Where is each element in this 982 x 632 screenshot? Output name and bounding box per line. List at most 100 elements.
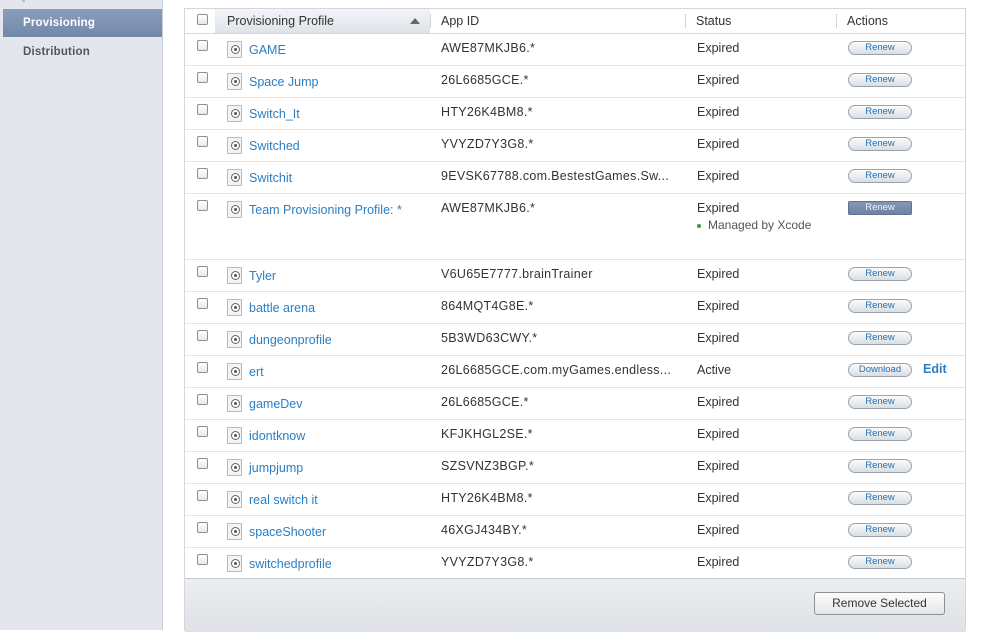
row-checkbox[interactable] bbox=[197, 394, 208, 405]
column-header-app-id[interactable]: App ID bbox=[441, 9, 479, 33]
app-id: 26L6685GCE.* bbox=[441, 395, 529, 409]
provisioning-profile-icon bbox=[227, 555, 242, 572]
profile-name-link[interactable]: battle arena bbox=[249, 300, 315, 316]
row-checkbox[interactable] bbox=[197, 136, 208, 147]
status-text: Expired bbox=[697, 267, 740, 281]
app-id: 864MQT4G8E.* bbox=[441, 299, 534, 313]
status-text: Expired bbox=[697, 523, 740, 537]
provisioning-profile-icon bbox=[227, 105, 242, 122]
renew-button[interactable]: Renew bbox=[848, 267, 912, 281]
edit-link[interactable]: Edit bbox=[923, 362, 947, 376]
app-id: V6U65E7777.brainTrainer bbox=[441, 267, 593, 281]
profile-name-link[interactable]: spaceShooter bbox=[249, 524, 326, 540]
profile-name-link[interactable]: Switched bbox=[249, 138, 300, 154]
row-checkbox[interactable] bbox=[197, 168, 208, 179]
app-id: AWE87MKJB6.* bbox=[441, 41, 536, 55]
table-header: Provisioning Profile App ID Status Actio… bbox=[185, 9, 965, 34]
profile-name-link[interactable]: gameDev bbox=[249, 396, 303, 412]
row-checkbox[interactable] bbox=[197, 330, 208, 341]
row-checkbox[interactable] bbox=[197, 40, 208, 51]
renew-button[interactable]: Renew bbox=[848, 491, 912, 505]
status-text: Expired bbox=[697, 331, 740, 345]
profile-name-link[interactable]: real switch it bbox=[249, 492, 318, 508]
row-checkbox[interactable] bbox=[197, 266, 208, 277]
renew-button[interactable]: Renew bbox=[848, 299, 912, 313]
provisioning-profile-icon bbox=[227, 169, 242, 186]
row-checkbox[interactable] bbox=[197, 104, 208, 115]
select-all-checkbox[interactable] bbox=[197, 14, 208, 25]
profile-name-link[interactable]: dungeonprofile bbox=[249, 332, 332, 348]
sidebar-top-stub bbox=[22, 0, 39, 2]
row-checkbox[interactable] bbox=[197, 522, 208, 533]
profile-name-link[interactable]: switchedprofile bbox=[249, 556, 332, 572]
app-id: SZSVNZ3BGP.* bbox=[441, 459, 534, 473]
provisioning-profile-icon bbox=[227, 267, 242, 284]
sort-ascending-icon bbox=[410, 18, 420, 24]
download-button[interactable]: Download bbox=[848, 363, 912, 377]
profile-name-link[interactable]: Team Provisioning Profile: * bbox=[249, 202, 402, 218]
renew-button[interactable]: Renew bbox=[848, 73, 912, 87]
app-id: HTY26K4BM8.* bbox=[441, 105, 533, 119]
table-row: Switchit 9EVSK67788.com.BestestGames.Sw..… bbox=[185, 162, 965, 194]
renew-button[interactable]: Renew bbox=[848, 523, 912, 537]
provisioning-profile-icon bbox=[227, 459, 242, 476]
app-id: HTY26K4BM8.* bbox=[441, 491, 533, 505]
app-id: 9EVSK67788.com.BestestGames.Sw... bbox=[441, 169, 670, 183]
provisioning-profile-icon bbox=[227, 363, 242, 380]
row-checkbox[interactable] bbox=[197, 554, 208, 565]
status-text: Expired bbox=[697, 491, 740, 505]
renew-button[interactable]: Renew bbox=[848, 41, 912, 55]
profile-name-link[interactable]: Tyler bbox=[249, 268, 276, 284]
sidebar-item-provisioning[interactable]: Provisioning bbox=[3, 9, 162, 37]
profiles-table: Provisioning Profile App ID Status Actio… bbox=[184, 8, 966, 632]
row-checkbox[interactable] bbox=[197, 426, 208, 437]
table-footer: Remove Selected bbox=[185, 578, 965, 632]
row-checkbox[interactable] bbox=[197, 200, 208, 211]
renew-button[interactable]: Renew bbox=[848, 459, 912, 473]
provisioning-profile-icon bbox=[227, 41, 242, 58]
status-text: Expired bbox=[697, 395, 740, 409]
header-divider bbox=[836, 14, 837, 28]
profile-name-link[interactable]: jumpjump bbox=[249, 460, 303, 476]
table-row: Switched YVYZD7Y3G8.* Expired Renew bbox=[185, 130, 965, 162]
row-checkbox[interactable] bbox=[197, 362, 208, 373]
renew-button[interactable]: Renew bbox=[848, 427, 912, 441]
column-header-status[interactable]: Status bbox=[696, 9, 731, 33]
column-header-profile-label: Provisioning Profile bbox=[227, 14, 334, 28]
renew-button[interactable]: Renew bbox=[848, 169, 912, 183]
remove-selected-button[interactable]: Remove Selected bbox=[814, 592, 945, 615]
table-row: dungeonprofile 5B3WD63CWY.* Expired Renew bbox=[185, 324, 965, 356]
status-text: Expired bbox=[697, 73, 740, 87]
profile-name-link[interactable]: Space Jump bbox=[249, 74, 318, 90]
provisioning-profile-icon bbox=[227, 73, 242, 90]
table-row: switchedprofile YVYZD7Y3G8.* Expired Renew bbox=[185, 548, 965, 580]
row-checkbox[interactable] bbox=[197, 298, 208, 309]
status-text: Expired bbox=[697, 41, 740, 55]
column-header-profile[interactable]: Provisioning Profile bbox=[215, 9, 430, 33]
profile-name-link[interactable]: Switch_It bbox=[249, 106, 300, 122]
renew-button[interactable]: Renew bbox=[848, 555, 912, 569]
table-row: jumpjump SZSVNZ3BGP.* Expired Renew bbox=[185, 452, 965, 484]
profile-name-link[interactable]: idontknow bbox=[249, 428, 305, 444]
profile-name-link[interactable]: Switchit bbox=[249, 170, 292, 186]
app-id: YVYZD7Y3G8.* bbox=[441, 137, 534, 151]
renew-button[interactable]: Renew bbox=[848, 105, 912, 119]
status-text: Expired bbox=[697, 299, 740, 313]
renew-button[interactable]: Renew bbox=[848, 395, 912, 409]
row-checkbox[interactable] bbox=[197, 72, 208, 83]
renew-button[interactable]: Renew bbox=[848, 201, 912, 215]
renew-button[interactable]: Renew bbox=[848, 137, 912, 151]
renew-button[interactable]: Renew bbox=[848, 331, 912, 345]
provisioning-profile-icon bbox=[227, 491, 242, 508]
sidebar-item-distribution[interactable]: Distribution bbox=[3, 38, 162, 66]
profile-name-link[interactable]: ert bbox=[249, 364, 264, 380]
profile-name-link[interactable]: GAME bbox=[249, 42, 286, 58]
row-checkbox[interactable] bbox=[197, 458, 208, 469]
row-checkbox[interactable] bbox=[197, 490, 208, 501]
table-row: gameDev 26L6685GCE.* Expired Renew bbox=[185, 388, 965, 420]
app-id: 5B3WD63CWY.* bbox=[441, 331, 538, 345]
app-id: AWE87MKJB6.* bbox=[441, 201, 536, 215]
app-id: YVYZD7Y3G8.* bbox=[441, 555, 534, 569]
status-text: Expired bbox=[697, 105, 740, 119]
managed-by-label: Managed by Xcode bbox=[708, 218, 812, 232]
